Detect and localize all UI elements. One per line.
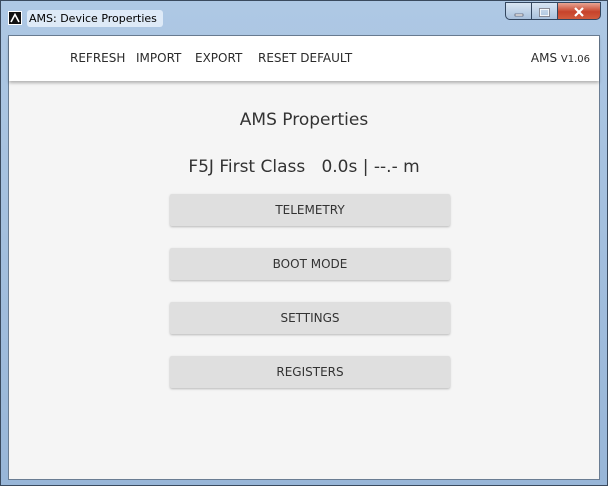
title-bar[interactable]: AMS: Device Properties [1, 1, 607, 35]
altitude-value: --.- m [373, 157, 420, 177]
close-button[interactable] [557, 2, 601, 20]
maximize-button[interactable] [531, 2, 557, 20]
window-title: AMS: Device Properties [27, 10, 163, 27]
toolbar: REFRESH IMPORT EXPORT RESET DEFAULT AMS … [9, 36, 599, 81]
version-label: AMS V1.06 [531, 51, 590, 65]
minimize-icon [514, 2, 524, 21]
page-title: AMS Properties [239, 110, 369, 130]
export-button[interactable]: EXPORT [195, 51, 242, 65]
content-area: REFRESH IMPORT EXPORT RESET DEFAULT AMS … [8, 35, 600, 480]
boot-mode-button[interactable]: BOOT MODE [170, 248, 450, 280]
registers-button[interactable]: REGISTERS [170, 356, 450, 388]
status-separator: | [362, 157, 369, 177]
ams-logo-icon[interactable] [8, 11, 22, 25]
app-window: AMS: Device Properties REFRESH IMPORT EX… [0, 0, 608, 486]
import-button[interactable]: IMPORT [136, 51, 181, 65]
class-name: F5J First Class [188, 157, 306, 177]
time-value: 0.0s [321, 157, 358, 177]
version-number: V1.06 [560, 54, 590, 65]
minimize-button[interactable] [505, 2, 531, 20]
reset-default-button[interactable]: RESET DEFAULT [258, 51, 352, 65]
close-icon [573, 2, 585, 21]
maximize-icon [539, 2, 550, 21]
settings-button[interactable]: SETTINGS [170, 302, 450, 334]
device-status: F5J First Class 0.0s | --.- m [9, 157, 599, 177]
version-name: AMS [530, 51, 558, 65]
telemetry-button[interactable]: TELEMETRY [170, 194, 450, 226]
window-controls [505, 2, 601, 20]
refresh-button[interactable]: REFRESH [70, 51, 125, 65]
